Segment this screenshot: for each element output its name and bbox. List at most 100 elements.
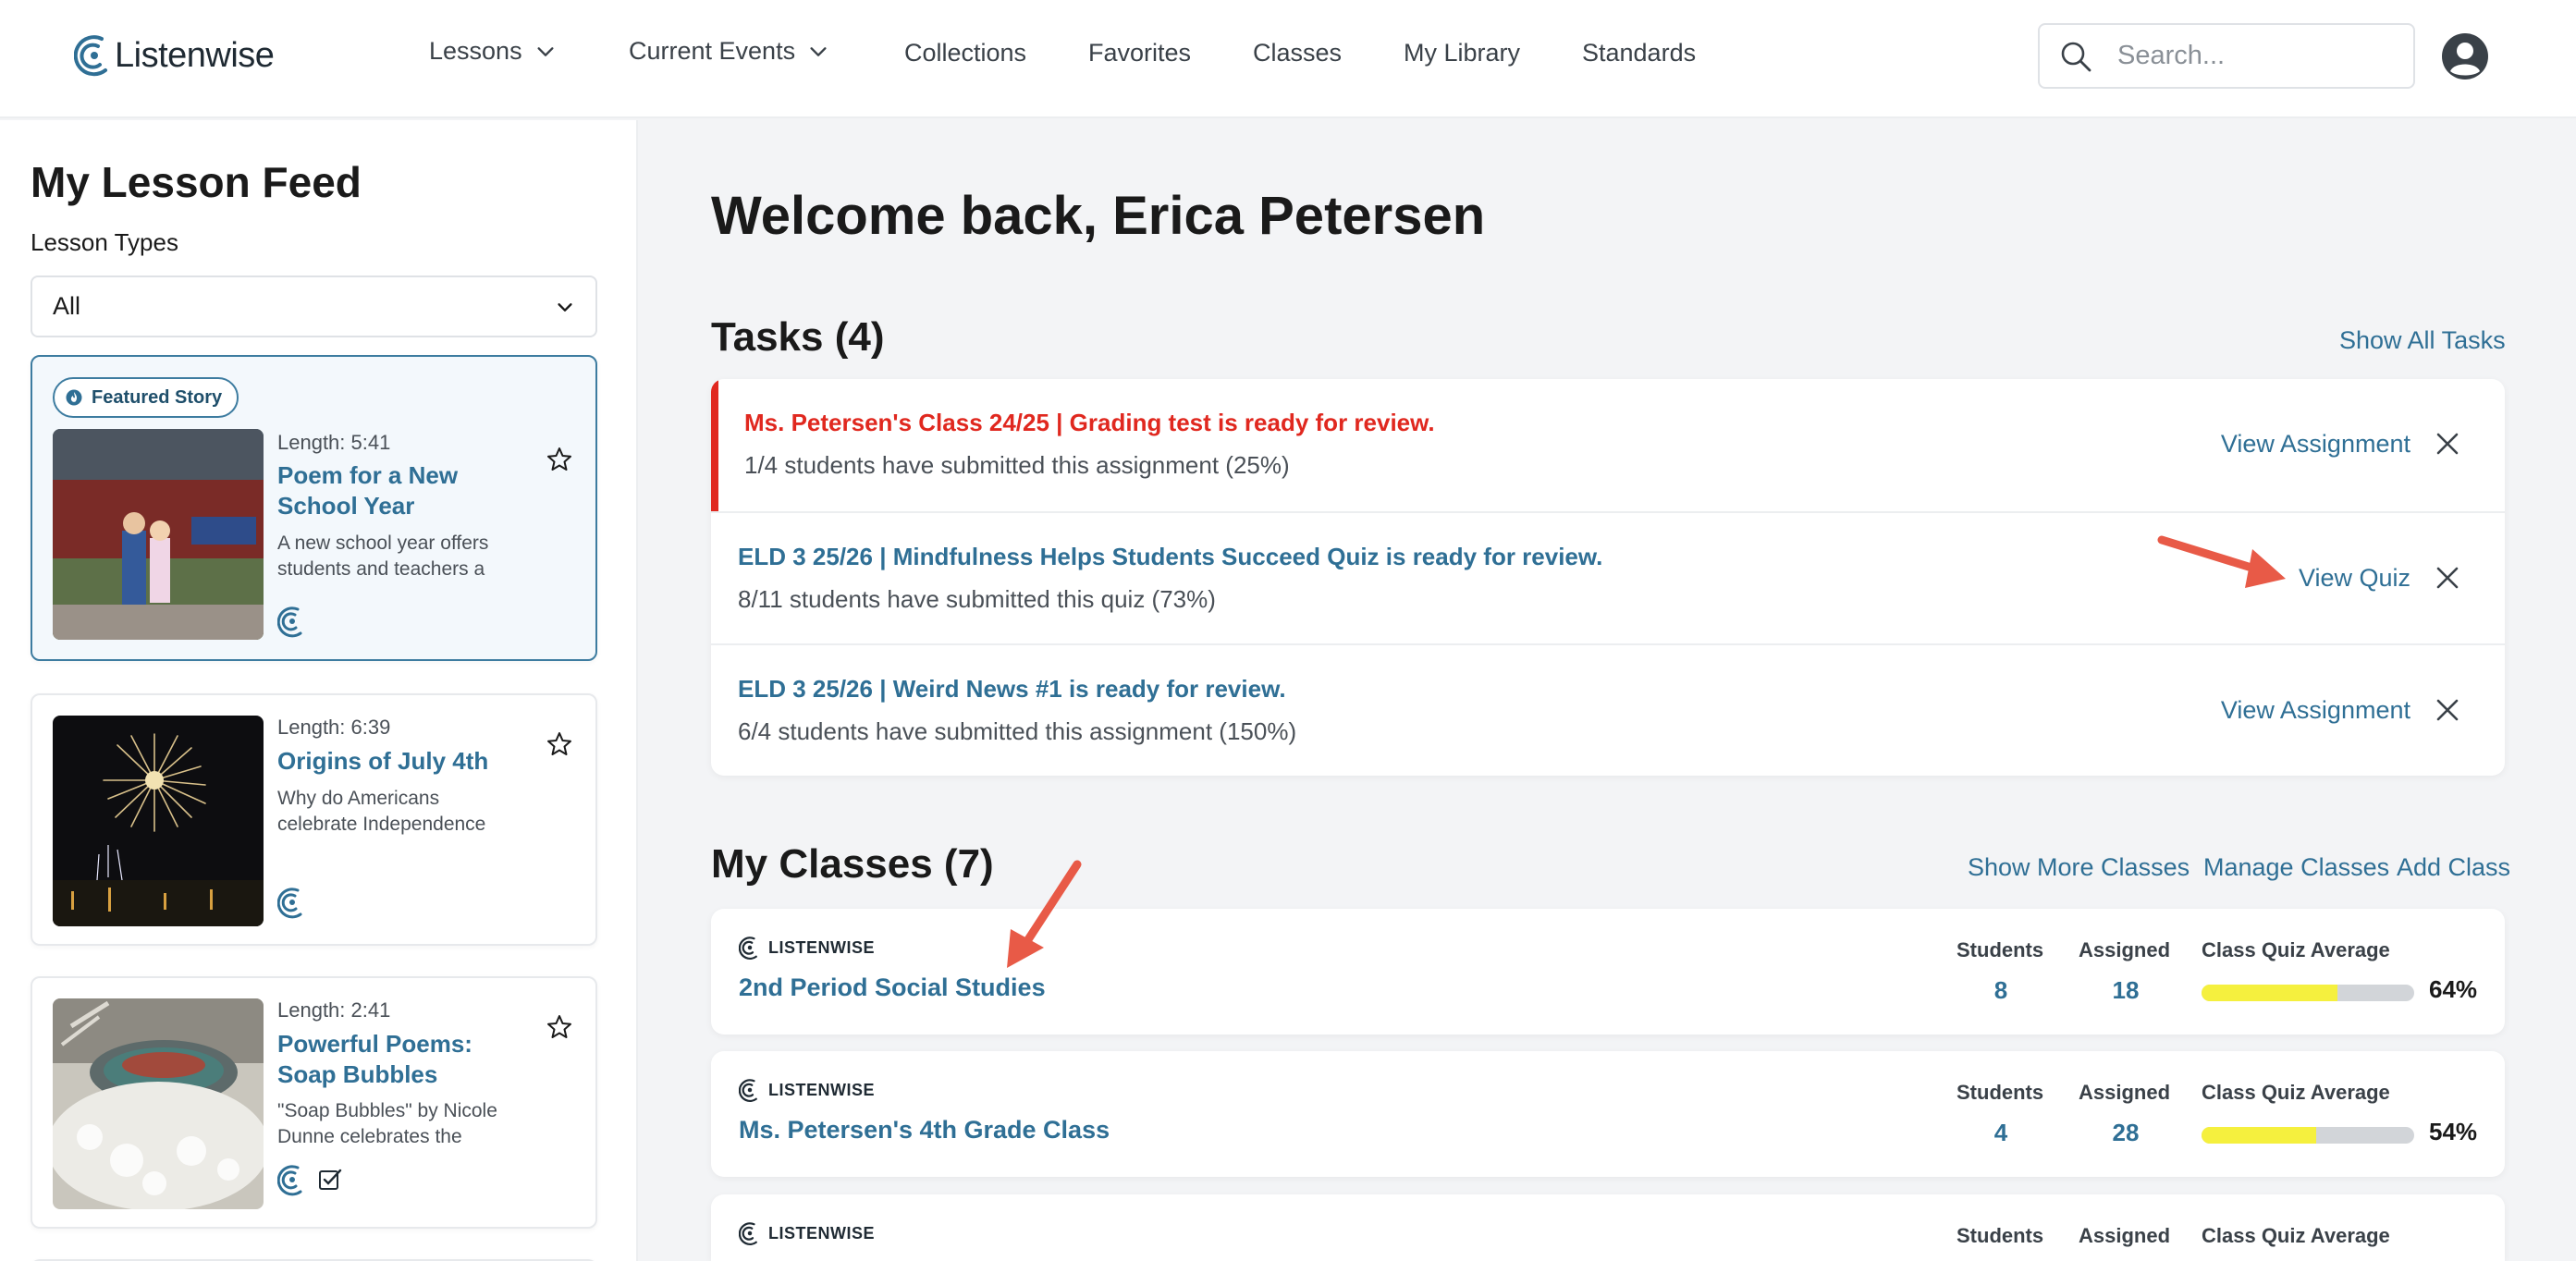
soap-bubbles-photo-image xyxy=(53,998,264,1209)
view-assignment-link[interactable]: View Assignment xyxy=(2221,696,2410,725)
close-icon[interactable] xyxy=(2435,697,2460,723)
assigned-label: Assigned xyxy=(2079,938,2171,961)
quiz-average-bar xyxy=(2202,985,2414,1001)
lesson-types-label: Lesson Types xyxy=(31,228,178,256)
show-all-tasks-link[interactable]: Show All Tasks xyxy=(2339,326,2506,355)
class-brand-label: LISTENWISE xyxy=(768,1080,876,1099)
view-assignment-link[interactable]: View Assignment xyxy=(2221,430,2410,459)
search-box[interactable] xyxy=(2038,23,2415,89)
listenwise-logo-icon xyxy=(739,1222,757,1245)
quiz-checkbox-icon xyxy=(319,1169,342,1190)
star-favorite-icon[interactable] xyxy=(546,446,573,473)
nav-collections[interactable]: Collections xyxy=(904,39,1026,67)
quiz-average-percent: 54% xyxy=(2429,1118,2478,1145)
quiz-average-label: Class Quiz Average xyxy=(2202,938,2390,961)
nav-lessons[interactable]: Lessons xyxy=(429,37,556,66)
search-input[interactable] xyxy=(2117,41,2395,71)
lesson-types-value: All xyxy=(53,292,81,320)
students-count[interactable]: 8 xyxy=(1957,976,2045,1005)
class-card: LISTENWISE 2nd Period Social Studies Stu… xyxy=(711,909,2505,1035)
quiz-average-bar-fill xyxy=(2202,985,2338,1001)
tasks-card: Ms. Petersen's Class 24/25 | Grading tes… xyxy=(711,379,2505,776)
task-subtitle: 1/4 students have submitted this assignm… xyxy=(744,451,1290,479)
class-name-link[interactable]: Ms. Petersen's 4th Grade Class xyxy=(739,1116,1110,1145)
nav-my-library[interactable]: My Library xyxy=(1404,39,1520,67)
top-navigation: Listenwise Lessons Current Events Collec… xyxy=(0,0,2576,118)
fireworks-photo-image xyxy=(53,716,264,926)
class-brand: LISTENWISE xyxy=(739,1220,875,1246)
add-class-link[interactable]: Add Class xyxy=(2397,853,2510,882)
listenwise-audio-icon xyxy=(277,1165,302,1196)
quiz-average-label: Class Quiz Average xyxy=(2202,1081,2390,1104)
assigned-count[interactable]: 28 xyxy=(2079,1119,2173,1147)
featured-story-label: Featured Story xyxy=(92,386,223,408)
task-row: Ms. Petersen's Class 24/25 | Grading tes… xyxy=(711,379,2505,511)
close-icon[interactable] xyxy=(2435,565,2460,591)
task-title: Ms. Petersen's Class 24/25 | Grading tes… xyxy=(744,409,1435,436)
task-title: ELD 3 25/26 | Weird News #1 is ready for… xyxy=(738,675,1286,703)
task-row: ELD 3 25/26 | Mindfulness Helps Students… xyxy=(711,511,2505,643)
class-card: LISTENWISE Ms. Petersen's 4th Grade Clas… xyxy=(711,1051,2505,1177)
chevron-down-icon xyxy=(810,46,827,56)
listenwise-logo-icon xyxy=(74,35,107,77)
listenwise-logo-icon xyxy=(739,937,757,960)
lesson-feed-sidebar: My Lesson Feed Lesson Types All Featured… xyxy=(0,120,638,1261)
quiz-average-label: Class Quiz Average xyxy=(2202,1224,2390,1247)
listenwise-audio-icon xyxy=(277,606,302,638)
task-subtitle: 8/11 students have submitted this quiz (… xyxy=(738,585,1216,613)
close-icon[interactable] xyxy=(2435,431,2460,457)
user-avatar-icon[interactable] xyxy=(2441,32,2489,80)
lesson-title-link[interactable]: Poem for a New School Year xyxy=(277,460,499,521)
lesson-card[interactable]: Length: 6:39 Origins of July 4th Why do … xyxy=(31,693,597,946)
my-classes-heading: My Classes (7) xyxy=(711,841,994,887)
chevron-down-icon xyxy=(537,46,554,56)
class-brand-label: LISTENWISE xyxy=(768,1223,876,1243)
lesson-title-link[interactable]: Powerful Poems: Soap Bubbles xyxy=(277,1029,499,1090)
task-row: ELD 3 25/26 | Weird News #1 is ready for… xyxy=(711,643,2505,776)
lesson-length: Length: 6:39 xyxy=(277,716,391,739)
students-label: Students xyxy=(1957,938,2044,961)
students-count[interactable]: 4 xyxy=(1957,1119,2045,1147)
nav-lessons-label: Lessons xyxy=(429,37,522,65)
nav-standards[interactable]: Standards xyxy=(1582,39,1696,67)
lesson-thumbnail-fireworks[interactable] xyxy=(53,716,264,926)
students-label: Students xyxy=(1957,1081,2044,1104)
listenwise-audio-icon xyxy=(277,888,302,919)
tasks-heading: Tasks (4) xyxy=(711,314,885,360)
lesson-description: Why do Americans celebrate Independence xyxy=(277,788,486,835)
listenwise-wordmark: Listenwise xyxy=(115,35,275,75)
nav-current-events-label: Current Events xyxy=(629,37,796,65)
lesson-card[interactable]: Length: 2:41 Powerful Poems: Soap Bubble… xyxy=(31,976,597,1229)
flame-icon xyxy=(66,389,82,406)
lesson-card-featured[interactable]: Featured Story Length: 5:41 Poem for a N… xyxy=(31,355,597,661)
task-subtitle: 6/4 students have submitted this assignm… xyxy=(738,717,1297,745)
school-photo-image xyxy=(53,429,264,640)
lesson-title-link[interactable]: Origins of July 4th xyxy=(277,746,499,777)
quiz-average-bar-fill xyxy=(2202,1127,2317,1144)
lesson-thumbnail-school[interactable] xyxy=(53,429,264,640)
class-name-link[interactable]: 2nd Period Social Studies xyxy=(739,973,1046,1002)
welcome-heading: Welcome back, Erica Petersen xyxy=(711,186,1486,246)
nav-classes[interactable]: Classes xyxy=(1253,39,1342,67)
class-brand-label: LISTENWISE xyxy=(768,937,876,957)
assigned-label: Assigned xyxy=(2079,1081,2171,1104)
listenwise-logo[interactable]: Listenwise xyxy=(74,33,275,78)
assigned-count[interactable]: 18 xyxy=(2079,976,2173,1005)
featured-story-badge: Featured Story xyxy=(53,377,239,418)
nav-current-events[interactable]: Current Events xyxy=(629,37,828,66)
nav-favorites[interactable]: Favorites xyxy=(1088,39,1191,67)
lesson-length: Length: 5:41 xyxy=(277,431,391,454)
star-favorite-icon[interactable] xyxy=(546,730,573,758)
manage-classes-link[interactable]: Manage Classes xyxy=(2203,853,2389,882)
search-icon xyxy=(2061,42,2091,71)
lesson-feed-title: My Lesson Feed xyxy=(31,158,362,206)
lesson-types-select[interactable]: All xyxy=(31,275,597,337)
star-favorite-icon[interactable] xyxy=(546,1013,573,1041)
lesson-thumbnail-bubbles[interactable] xyxy=(53,998,264,1209)
show-more-classes-link[interactable]: Show More Classes xyxy=(1968,853,2190,882)
listenwise-logo-icon xyxy=(739,1079,757,1102)
assigned-label: Assigned xyxy=(2079,1224,2171,1247)
chevron-down-icon xyxy=(558,302,572,312)
class-brand: LISTENWISE xyxy=(739,935,875,961)
view-quiz-link[interactable]: View Quiz xyxy=(2299,564,2410,593)
